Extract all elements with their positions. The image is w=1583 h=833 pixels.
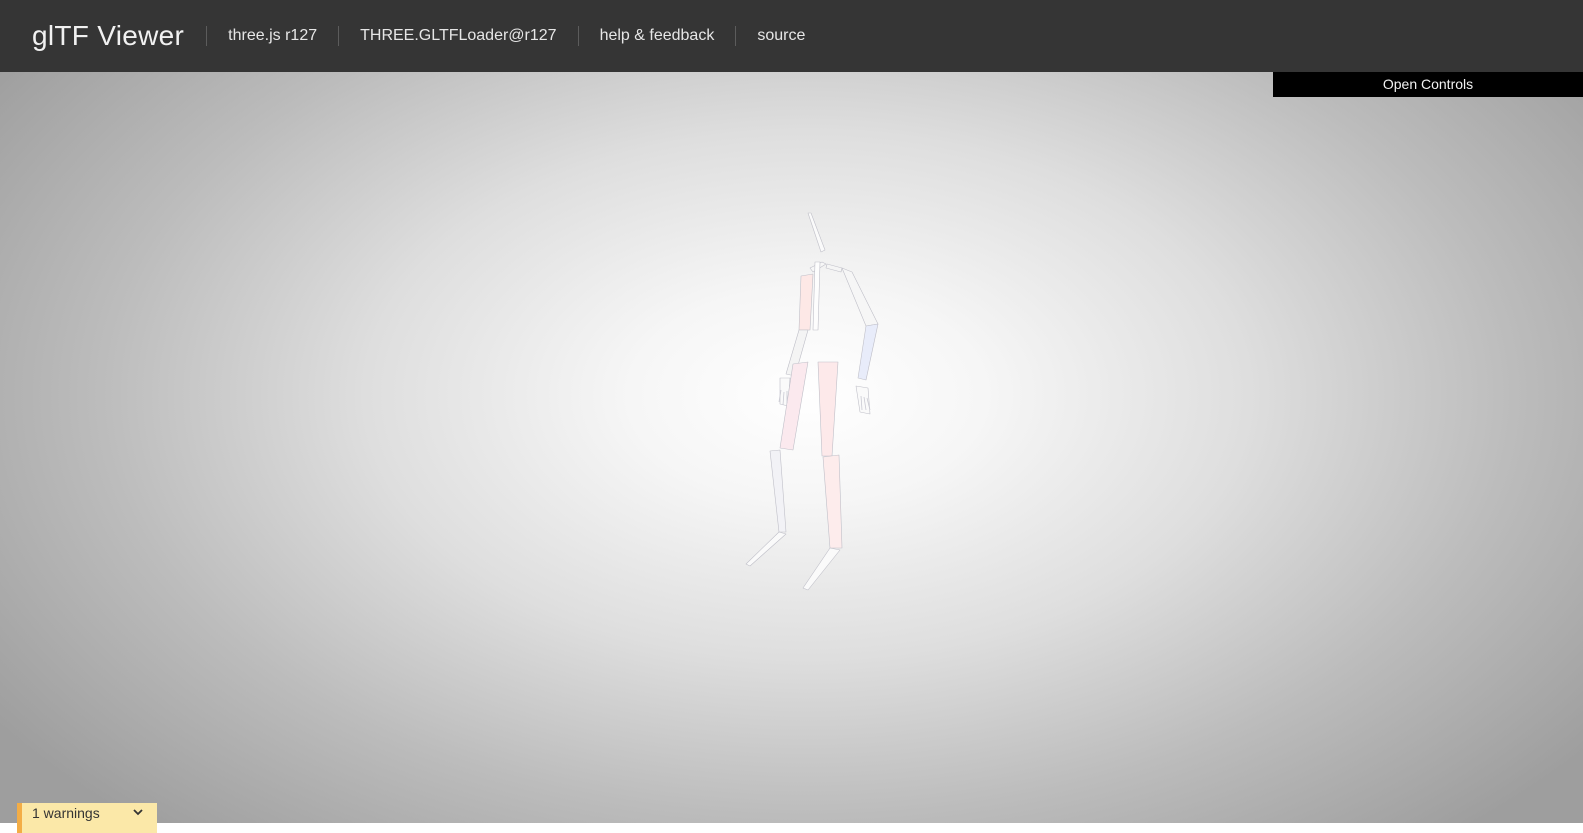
nav-gltfloader-version[interactable]: THREE.GLTFLoader@r127 — [338, 26, 577, 46]
warnings-count-label: 1 warnings — [32, 805, 100, 821]
nav-source[interactable]: source — [735, 26, 826, 46]
app-title-link[interactable]: glTF Viewer — [32, 20, 184, 52]
app-header: glTF Viewer three.js r127 THREE.GLTFLoad… — [0, 0, 1583, 72]
open-controls-button[interactable]: Open Controls — [1273, 72, 1583, 97]
chevron-down-icon — [133, 809, 143, 816]
3d-viewport[interactable] — [0, 72, 1583, 823]
nav-help-feedback[interactable]: help & feedback — [577, 26, 736, 46]
nav-threejs-version[interactable]: three.js r127 — [206, 26, 338, 46]
validation-warnings-toggle[interactable]: 1 warnings — [17, 803, 157, 833]
skeleton-model — [745, 212, 879, 591]
